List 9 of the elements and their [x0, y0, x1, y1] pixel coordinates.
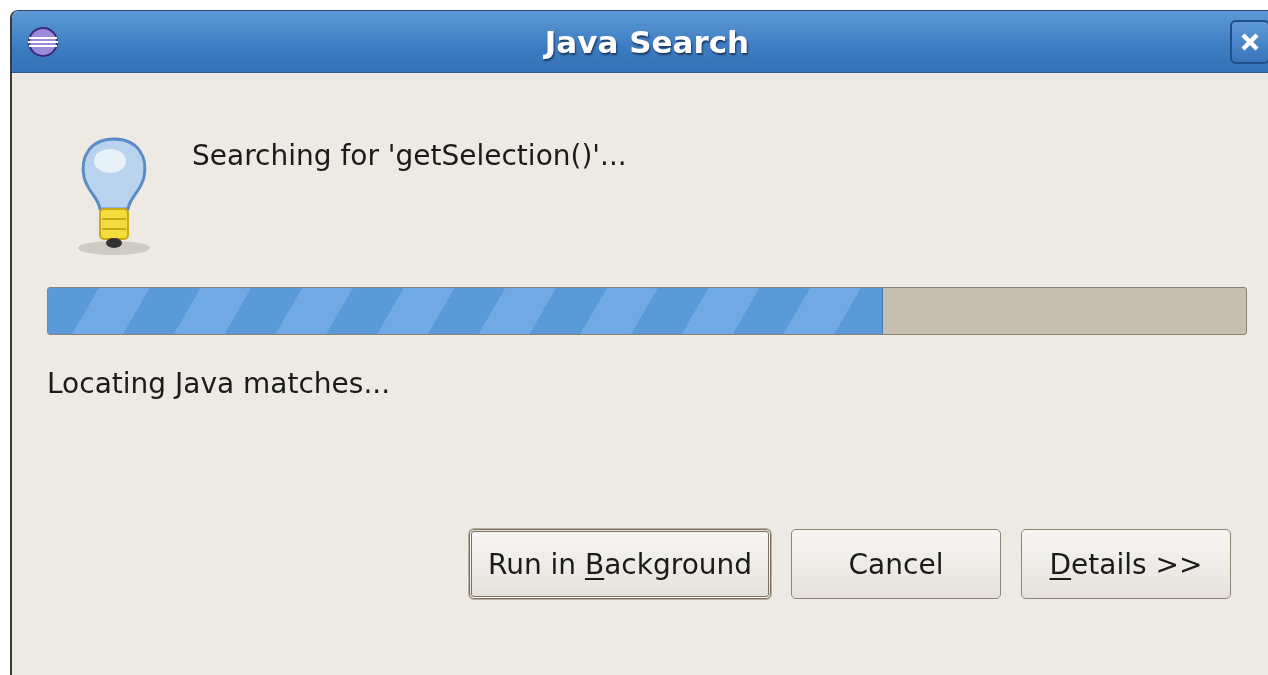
dialog-button[interactable]: Cancel [791, 529, 1001, 599]
close-button[interactable] [1230, 20, 1268, 64]
close-icon [1240, 32, 1260, 52]
status-text: Locating Java matches... [47, 367, 391, 402]
search-message: Searching for 'getSelection()'... [192, 139, 627, 174]
window-title: Java Search [542, 23, 751, 60]
dialog-button[interactable]: Details >> [1021, 529, 1231, 599]
dialog-button[interactable]: Run in Background [469, 529, 771, 599]
app-icon [26, 24, 60, 59]
